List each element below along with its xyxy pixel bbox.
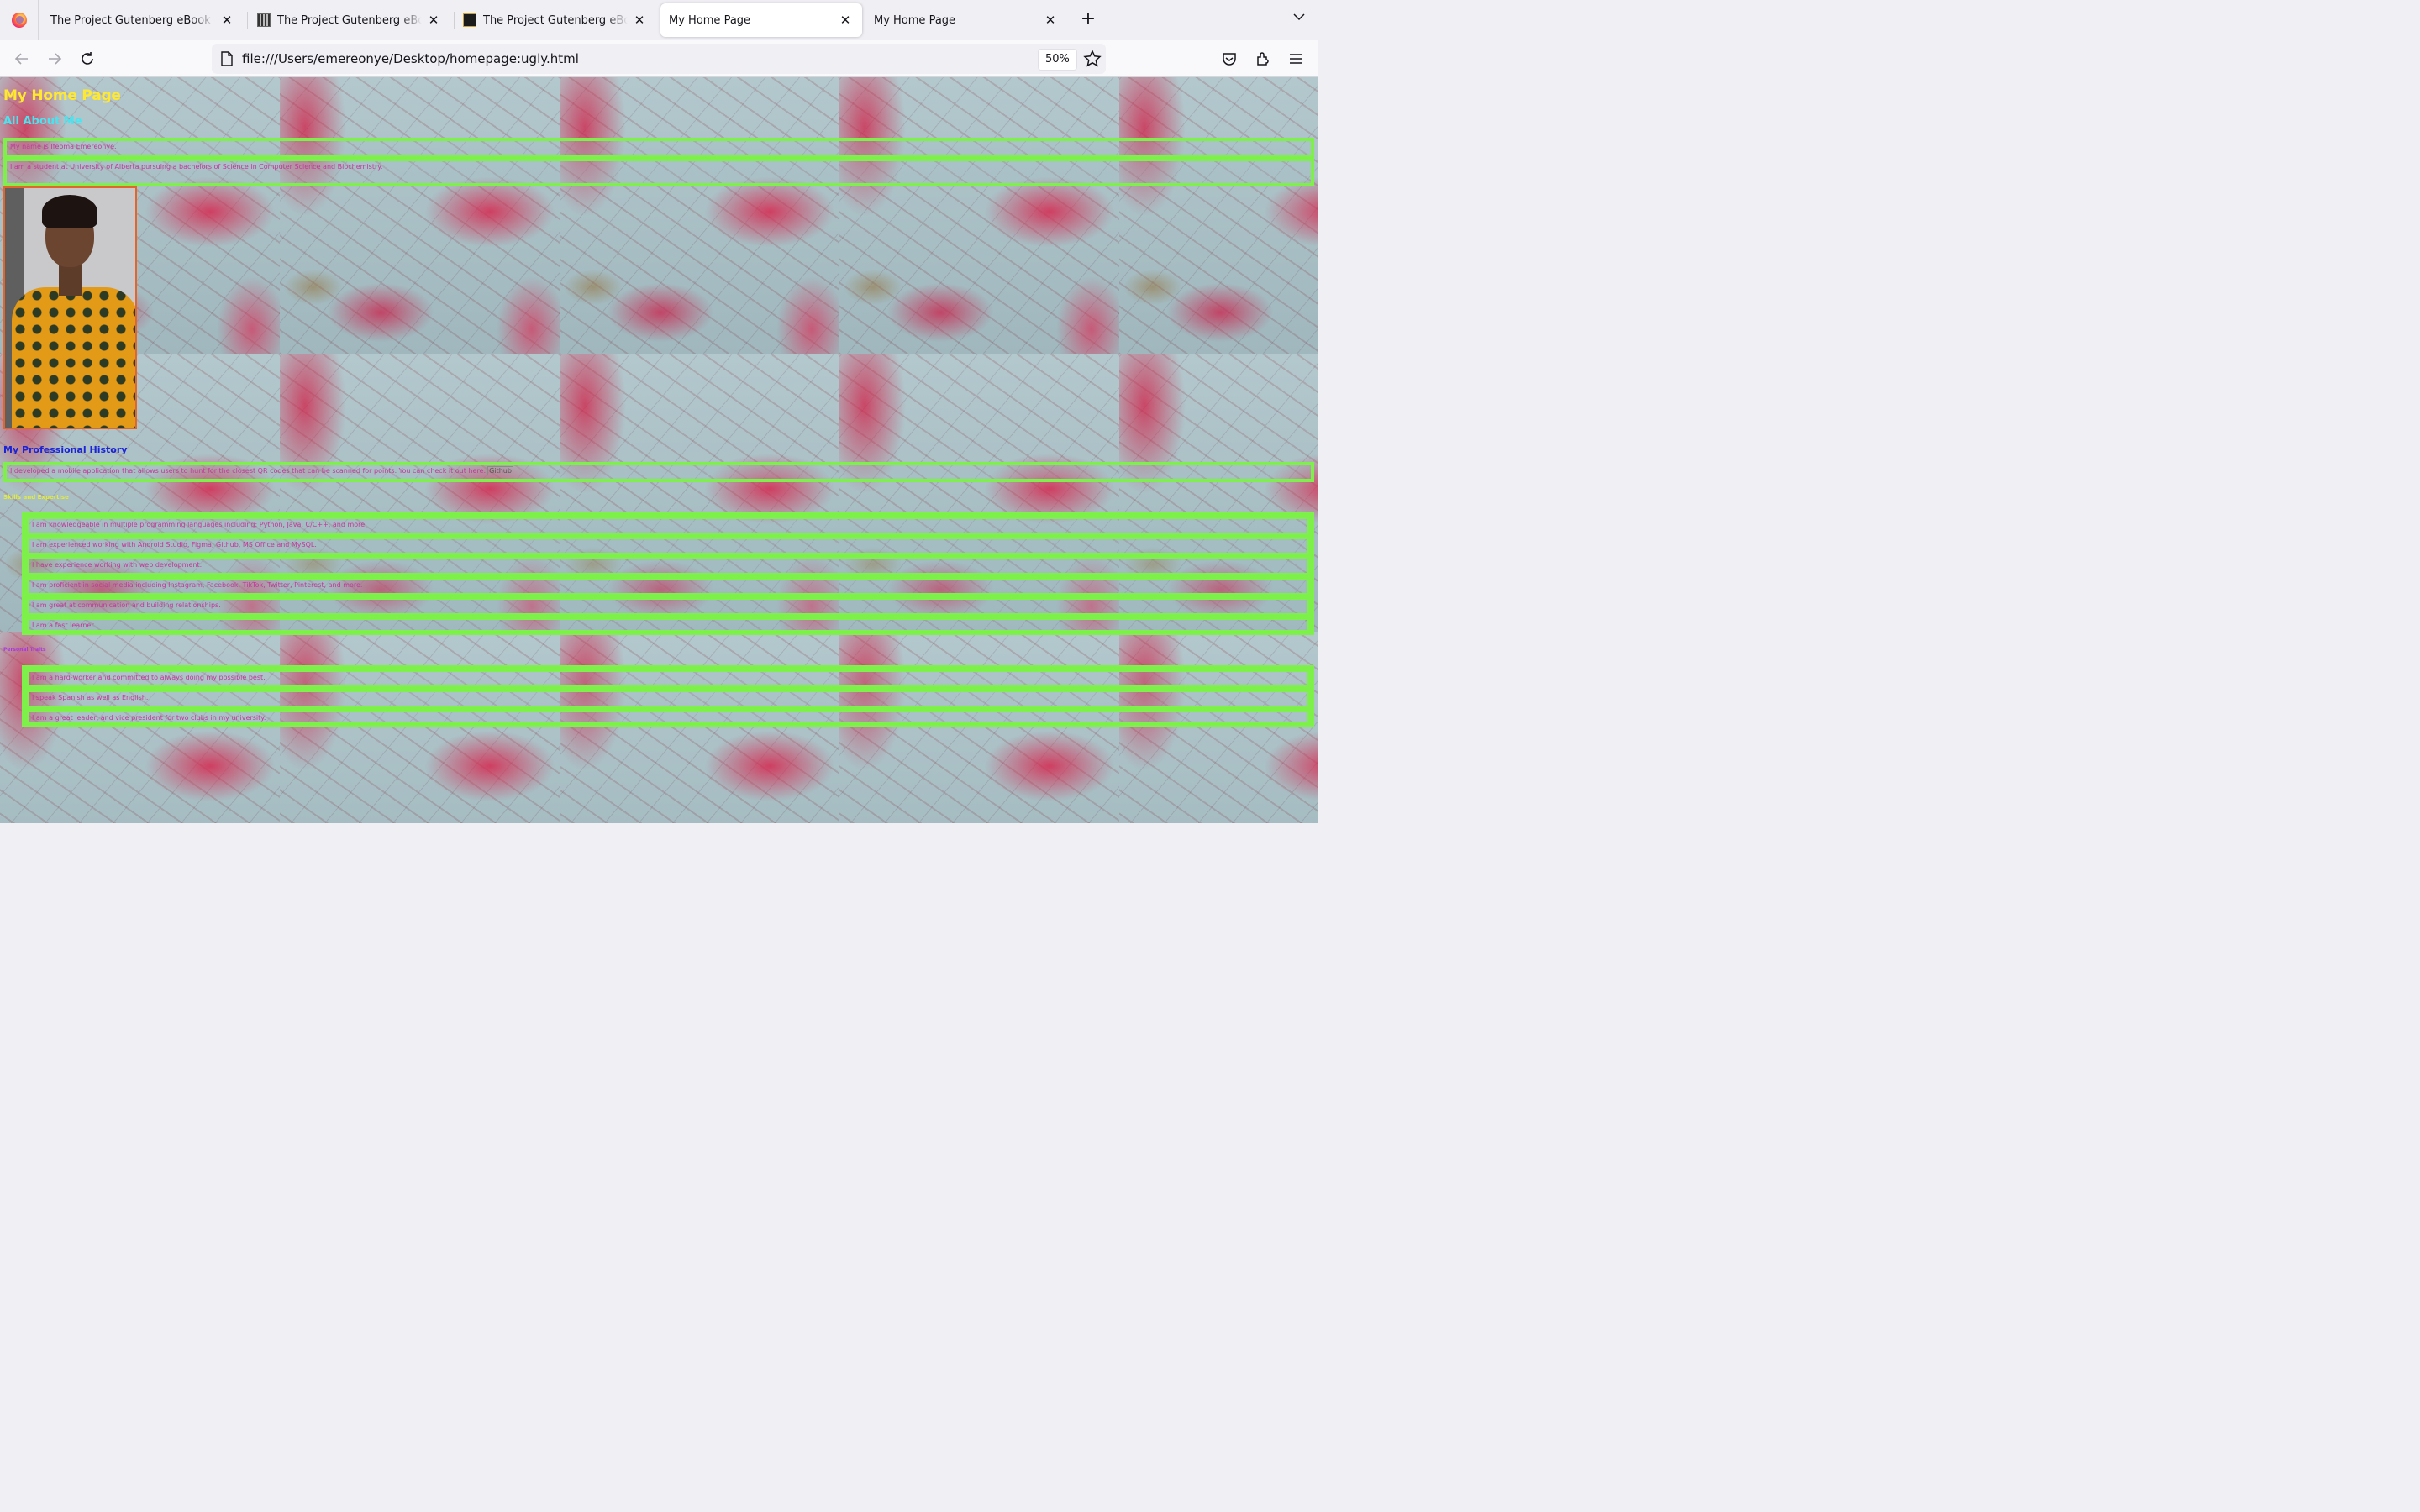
tab-divider <box>247 12 248 29</box>
tab-title: The Project Gutenberg eBook of <box>277 13 422 27</box>
reload-icon[interactable] <box>77 49 97 69</box>
page-title: My Home Page <box>3 87 121 104</box>
trait-text: I speak Spanish as well as English. <box>32 694 149 701</box>
firefox-icon[interactable] <box>0 0 39 40</box>
skill-item: I am experienced working with Android St… <box>25 536 1311 556</box>
about-row-2: I am a student at University of Alberta … <box>3 158 1314 186</box>
tab-title: The Project Gutenberg eBook of The <box>50 13 215 27</box>
close-icon[interactable]: ✕ <box>631 12 648 29</box>
professional-history-heading: My Professional History <box>3 444 128 455</box>
personal-traits-heading: Personal Traits <box>3 647 46 653</box>
tab-gutenberg-1[interactable]: The Project Gutenberg eBook of The ✕ <box>42 3 244 37</box>
github-link[interactable]: Github <box>487 466 513 475</box>
portrait-hair <box>42 195 97 228</box>
trait-text: I am a hard-worker and committed to alwa… <box>32 674 266 681</box>
tab-gutenberg-2[interactable]: The Project Gutenberg eBook of ✕ <box>249 3 450 37</box>
extensions-icon[interactable] <box>1253 49 1273 69</box>
bookmark-star-icon[interactable] <box>1083 50 1102 68</box>
trait-item: I am a great leader, and vice president … <box>25 709 1311 726</box>
professional-text: I developed a mobile application that al… <box>10 466 513 475</box>
back-arrow-icon[interactable] <box>12 49 32 69</box>
forward-arrow-icon[interactable] <box>45 49 65 69</box>
book-cover-icon <box>257 13 271 27</box>
close-icon[interactable]: ✕ <box>837 12 854 29</box>
skill-text: I am knowledgeable in multiple programmi… <box>32 521 367 528</box>
new-tab-button[interactable]: + <box>1078 10 1098 30</box>
trait-item: I speak Spanish as well as English. <box>25 689 1311 709</box>
tab-title: My Home Page <box>874 13 956 27</box>
tab-title: The Project Gutenberg eBook of <box>483 13 628 27</box>
about-text-2: I am a student at University of Alberta … <box>10 163 383 171</box>
skill-text: I have experience working with web devel… <box>32 561 203 569</box>
url-text[interactable]: file:///Users/emereonye/Desktop/homepage… <box>242 51 1106 66</box>
skill-text: I am experienced working with Android St… <box>32 541 317 549</box>
skill-item: I am great at communication and building… <box>25 596 1311 617</box>
skill-text: I am great at communication and building… <box>32 601 221 609</box>
skill-item: I am proficient in social media includin… <box>25 576 1311 596</box>
pocket-icon[interactable] <box>1219 49 1239 69</box>
book-cover-dark-icon <box>463 13 476 27</box>
skills-heading: Skills and Expertise <box>3 494 69 501</box>
about-row-1: My name is Ifeoma Emereonye. <box>3 138 1314 158</box>
trait-text: I am a great leader, and vice president … <box>32 714 266 722</box>
skill-item: I am a fast learner. <box>25 617 1311 633</box>
hamburger-menu-icon[interactable] <box>1286 49 1306 69</box>
navigation-toolbar: file:///Users/emereonye/Desktop/homepage… <box>0 40 1318 77</box>
skill-item: I have experience working with web devel… <box>25 556 1311 576</box>
portrait-dress <box>12 287 135 428</box>
professional-row: I developed a mobile application that al… <box>3 462 1314 482</box>
tab-list-chevron-icon[interactable] <box>1290 10 1308 29</box>
about-text-1: My name is Ifeoma Emereonye. <box>10 143 117 150</box>
tab-title: My Home Page <box>669 13 751 27</box>
close-icon[interactable]: ✕ <box>425 12 442 29</box>
zoom-level-button[interactable]: 50% <box>1038 49 1077 71</box>
tab-gutenberg-3[interactable]: The Project Gutenberg eBook of ✕ <box>455 3 656 37</box>
about-heading: All About Me <box>3 115 82 128</box>
address-bar[interactable]: file:///Users/emereonye/Desktop/homepage… <box>212 44 1106 74</box>
portrait-neck <box>59 262 82 296</box>
skill-item: I am knowledgeable in multiple programmi… <box>25 516 1311 536</box>
close-icon[interactable]: ✕ <box>1042 12 1059 29</box>
trait-item: I am a hard-worker and committed to alwa… <box>25 669 1311 689</box>
page-icon <box>221 51 233 66</box>
portrait-photo <box>3 186 137 429</box>
skill-text: I am a fast learner. <box>32 622 96 629</box>
web-page-content: My Home Page All About Me My name is Ife… <box>0 77 1318 823</box>
close-icon[interactable]: ✕ <box>218 12 235 29</box>
tab-my-home-page-active[interactable]: My Home Page ✕ <box>660 3 862 37</box>
professional-description: I developed a mobile application that al… <box>10 467 487 475</box>
skill-text: I am proficient in social media includin… <box>32 581 363 589</box>
tab-my-home-page[interactable]: My Home Page ✕ <box>865 3 1067 37</box>
